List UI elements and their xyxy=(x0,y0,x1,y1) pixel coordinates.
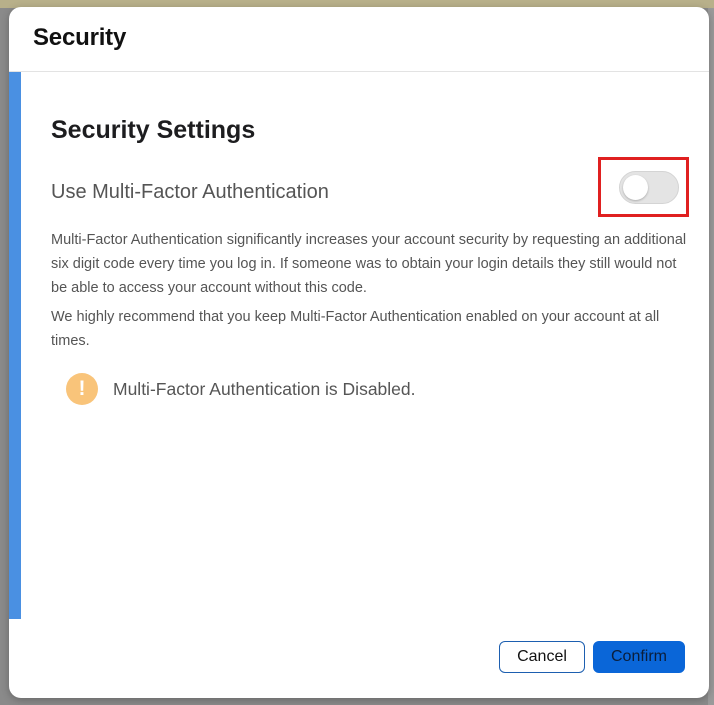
modal-title: Security xyxy=(33,24,127,51)
modal-header: Security xyxy=(9,7,709,72)
modal-footer: Cancel Confirm xyxy=(9,619,709,698)
mfa-description: Multi-Factor Authentication significantl… xyxy=(51,228,687,358)
accent-bar xyxy=(9,72,21,619)
toggle-knob xyxy=(623,175,648,200)
mfa-toggle-label: Use Multi-Factor Authentication xyxy=(51,181,329,203)
mfa-toggle[interactable] xyxy=(619,171,679,204)
security-modal: Security Security Settings Use Multi-Fac… xyxy=(9,7,709,698)
warning-icon: ! xyxy=(66,373,98,405)
mfa-description-paragraph: We highly recommend that you keep Multi-… xyxy=(51,309,660,349)
confirm-button[interactable]: Confirm xyxy=(593,641,685,673)
mfa-description-paragraph: Multi-Factor Authentication significantl… xyxy=(51,232,687,296)
cancel-button[interactable]: Cancel xyxy=(499,641,585,673)
section-heading: Security Settings xyxy=(51,116,256,144)
mfa-status-text: Multi-Factor Authentication is Disabled. xyxy=(113,378,416,399)
mfa-status: ! Multi-Factor Authentication is Disable… xyxy=(66,372,416,406)
